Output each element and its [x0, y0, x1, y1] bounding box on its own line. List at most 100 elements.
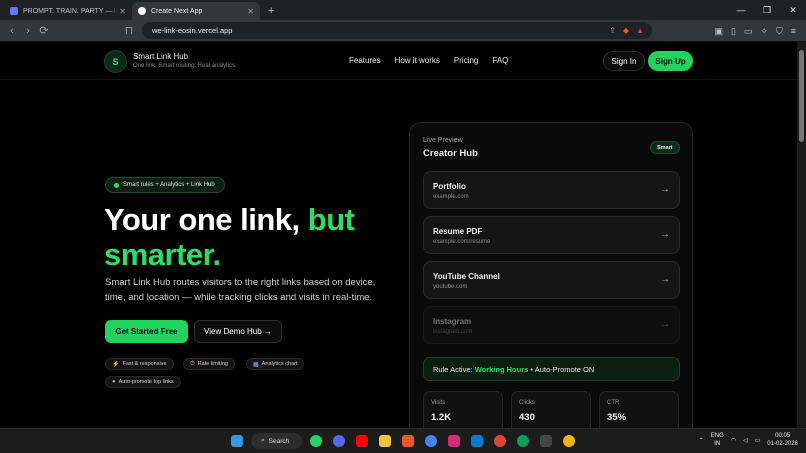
link-url: instagram.com	[433, 329, 473, 335]
brave-browser-icon[interactable]	[402, 435, 414, 447]
tab-favicon-icon	[138, 7, 146, 15]
leo-icon[interactable]: ✧	[760, 26, 768, 37]
view-demo-button[interactable]: View Demo Hub →	[194, 320, 282, 343]
stat-clicks: Clicks 430	[511, 391, 591, 428]
chip-analytics: ▦ Analytics chart	[246, 358, 305, 370]
terminal-icon[interactable]	[540, 435, 552, 447]
tab-title: PROMPT. TRAIN. PARTY — Hack Day	[23, 7, 115, 15]
tab-title: Create Next App	[151, 7, 203, 15]
chrome-profile-3-icon[interactable]	[563, 435, 575, 447]
back-icon[interactable]: ‹	[4, 25, 20, 37]
youtube-icon[interactable]	[356, 435, 368, 447]
file-explorer-icon[interactable]	[379, 435, 391, 447]
taskbar-search[interactable]: ⌕ Search	[251, 433, 302, 449]
nav-link-features[interactable]: Features	[349, 56, 381, 65]
chrome-profile-icon[interactable]	[494, 435, 506, 447]
get-started-button[interactable]: Get Started Free	[105, 320, 188, 343]
rule-suffix: • Auto-Promote ON	[528, 364, 595, 374]
window-controls: — ❐ ✕	[728, 0, 806, 20]
vpn-icon[interactable]: ⛉	[776, 26, 783, 37]
chart-icon: ▦	[253, 361, 259, 368]
forward-icon[interactable]: ›	[20, 25, 36, 37]
browser-tab-create-next-app[interactable]: Create Next App ✕	[132, 2, 260, 20]
rule-prefix: Rule Active:	[433, 364, 475, 374]
arrow-right-icon: →	[660, 184, 670, 195]
battery-icon[interactable]: ▭	[755, 437, 761, 444]
share-icon[interactable]: ⇪	[609, 26, 616, 35]
discord-icon[interactable]	[333, 435, 345, 447]
rewards-icon[interactable]: ▲	[636, 26, 644, 35]
address-bar[interactable]: we-link-eosin.vercel.app ⇪ ◆ ▲	[142, 22, 652, 39]
windows-start-icon[interactable]	[231, 435, 243, 447]
sign-up-button[interactable]: Sign Up	[648, 51, 693, 71]
status-dot-icon	[114, 182, 119, 188]
hero-description: Smart Link Hub routes visitors to the ri…	[105, 277, 376, 303]
sign-in-button[interactable]: Sign In	[603, 51, 645, 71]
close-window-icon[interactable]: ✕	[780, 0, 806, 20]
link-url: youtube.com	[433, 284, 468, 290]
nav-link-how-it-works[interactable]: How it works	[395, 56, 440, 65]
wifi-icon[interactable]: ◠	[731, 437, 736, 444]
nav-link-faq[interactable]: FAQ	[492, 56, 508, 65]
chip-auto-promote: ● Auto-promote top links	[105, 376, 181, 388]
nav-link-pricing[interactable]: Pricing	[454, 56, 478, 65]
stat-value: 35%	[607, 412, 627, 423]
rule-highlight: Working Hours	[474, 364, 529, 374]
volume-icon[interactable]: ◁	[743, 437, 748, 444]
brand-tagline: One link. Smart routing. Real analytics.	[133, 63, 237, 69]
tab-close-icon[interactable]: ✕	[119, 7, 126, 16]
link-row-portfolio[interactable]: Portfolio example.com →	[423, 171, 680, 209]
browser-toolbar: ‹ › ⟳ ⊓ we-link-eosin.vercel.app ⇪ ◆ ▲ ▣…	[0, 20, 806, 42]
new-tab-icon[interactable]: +	[268, 5, 274, 17]
wallet-icon[interactable]: ▭	[744, 26, 753, 37]
site-header: S Smart Link Hub One link. Smart routing…	[0, 42, 797, 80]
brand-name[interactable]: Smart Link Hub	[133, 52, 188, 61]
link-url: example.com/resume	[433, 239, 491, 245]
maximize-icon[interactable]: ❐	[754, 0, 780, 20]
arrow-right-icon: →	[660, 229, 670, 240]
clock-time: 00:05	[775, 433, 791, 439]
chrome-profile-2-icon[interactable]	[517, 435, 529, 447]
instagram-icon[interactable]	[448, 435, 460, 447]
stat-label: CTR	[607, 400, 620, 406]
brand-logo[interactable]: S	[104, 50, 127, 73]
preview-title: Creator Hub	[423, 148, 478, 159]
browser-tab-hackday[interactable]: PROMPT. TRAIN. PARTY — Hack Day ✕	[4, 2, 132, 20]
menu-icon[interactable]: ≡	[791, 26, 796, 36]
whatsapp-icon[interactable]	[310, 435, 322, 447]
headline-green-2: smarter.	[104, 237, 221, 272]
link-row-instagram[interactable]: Instagram instagram.com →	[423, 306, 680, 344]
brain-icon: ●	[112, 379, 116, 385]
chip-label: Analytics chart	[261, 361, 298, 367]
lang-code: ENG	[710, 433, 724, 439]
headline-white: Your one link,	[104, 202, 300, 237]
tab-favicon-icon	[10, 7, 18, 15]
language-indicator[interactable]: ENG IN	[711, 432, 724, 448]
hero-headline: Your one link, but smarter.	[104, 202, 414, 272]
reload-icon[interactable]: ⟳	[36, 24, 52, 37]
main-nav: Features How it works Pricing FAQ	[349, 56, 508, 65]
bookmark-icon[interactable]: ⊓	[121, 24, 137, 37]
minimize-icon[interactable]: —	[728, 0, 754, 20]
url-actions: ⇪ ◆ ▲	[609, 26, 644, 35]
stat-label: Visits	[431, 400, 446, 406]
smart-badge: Smart	[650, 141, 680, 154]
page-scrollbar[interactable]	[797, 42, 806, 428]
vscode-icon[interactable]	[471, 435, 483, 447]
tab-close-icon[interactable]: ✕	[247, 7, 254, 16]
link-title: YouTube Channel	[433, 272, 500, 281]
brave-shield-icon[interactable]: ◆	[623, 26, 629, 35]
stat-ctr: CTR 35%	[599, 391, 679, 428]
timer-icon: ⏱	[190, 360, 195, 367]
chrome-icon[interactable]	[425, 435, 437, 447]
link-row-youtube[interactable]: YouTube Channel youtube.com →	[423, 261, 680, 299]
feature-pill: Smart rules + Analytics + Link Hub	[105, 177, 225, 193]
link-row-resume[interactable]: Resume PDF example.com/resume →	[423, 216, 680, 254]
sidebar-icon[interactable]: ▯	[731, 26, 736, 37]
scrollbar-thumb[interactable]	[799, 50, 804, 142]
chevron-up-icon[interactable]: ⌃	[699, 437, 704, 444]
link-title: Portfolio	[433, 182, 466, 191]
clock[interactable]: 00:05 01-02-2026	[767, 432, 798, 448]
taskbar-search-label: Search	[268, 437, 290, 445]
extension-icon[interactable]: ▣	[714, 26, 723, 37]
